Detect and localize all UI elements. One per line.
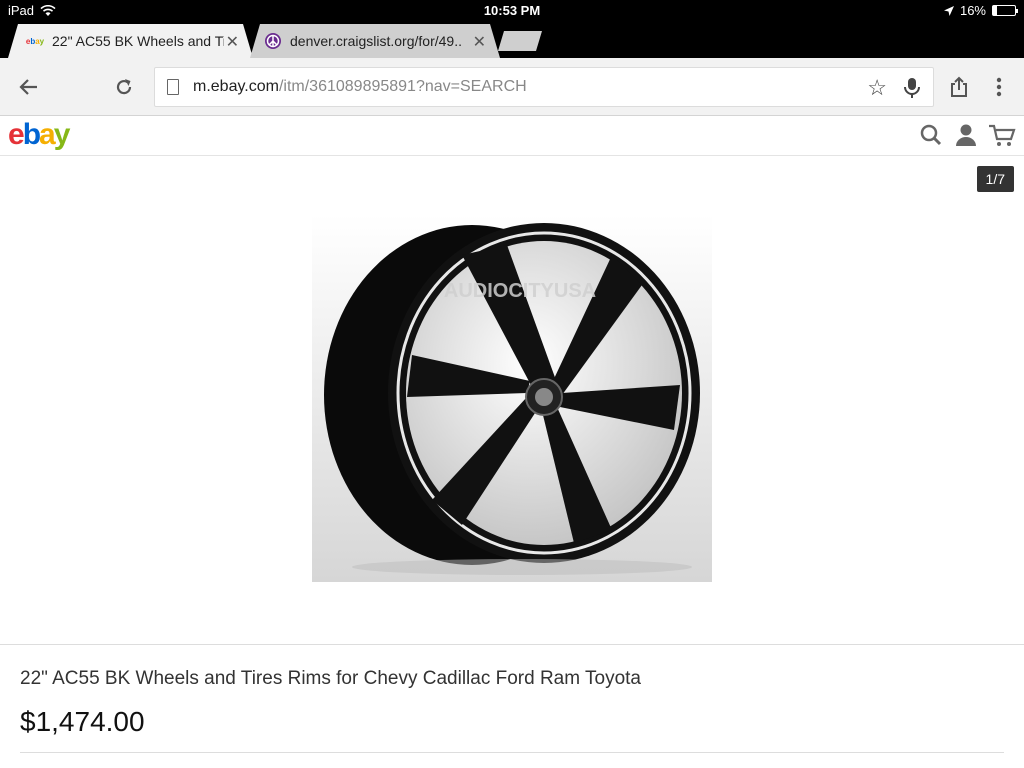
status-time: 10:53 PM xyxy=(483,3,541,18)
bookmark-star-icon[interactable]: ☆ xyxy=(867,75,887,101)
tab-title: 22" AC55 BK Wheels and Tires xyxy=(52,33,224,49)
back-arrow-icon xyxy=(19,79,37,95)
ebay-favicon-icon: ebay xyxy=(25,36,45,46)
new-tab-button[interactable] xyxy=(498,31,542,51)
image-gallery[interactable]: 1/7 AUDIOCITYUSA xyxy=(0,157,1024,645)
battery-level xyxy=(993,6,997,15)
url-path: /itm/361089895891?nav=SEARCH xyxy=(278,78,527,95)
more-vertical-icon xyxy=(996,77,1002,97)
share-button[interactable] xyxy=(944,72,974,102)
share-icon xyxy=(951,76,967,97)
item-title: 22" AC55 BK Wheels and Tires Rims for Ch… xyxy=(20,668,641,689)
address-bar[interactable]: m.ebay.com/itm/361089895891?nav=SEARCH ☆ xyxy=(154,67,934,107)
url-text[interactable]: m.ebay.com/itm/361089895891?nav=SEARCH xyxy=(193,78,527,96)
location-arrow-icon xyxy=(943,5,954,16)
close-tab-icon[interactable]: ✕ xyxy=(226,32,239,52)
watermark-text: AUDIOCITYUSA xyxy=(444,280,596,302)
search-icon[interactable] xyxy=(918,122,944,148)
tab-title: denver.craigslist.org/for/49... xyxy=(290,33,462,49)
close-tab-icon[interactable]: ✕ xyxy=(473,32,486,52)
ebay-header: ebay xyxy=(0,116,1024,156)
image-counter: 1/7 xyxy=(976,166,1014,192)
item-price: $1,474.00 xyxy=(20,706,145,737)
battery-icon xyxy=(992,5,1018,16)
user-icon[interactable] xyxy=(953,122,979,148)
reload-icon xyxy=(116,79,132,95)
ebay-logo[interactable]: ebay xyxy=(8,118,70,152)
browser-toolbar: m.ebay.com/itm/361089895891?nav=SEARCH ☆ xyxy=(0,58,1024,116)
cart-icon[interactable] xyxy=(988,122,1016,148)
menu-button[interactable] xyxy=(984,72,1014,102)
microphone-icon[interactable] xyxy=(903,77,921,99)
tab-craigslist[interactable]: denver.craigslist.org/for/49... ✕ xyxy=(250,24,500,58)
status-right: 16% xyxy=(943,3,1018,18)
section-divider xyxy=(20,752,1004,753)
status-bar: iPad 10:53 PM 16% xyxy=(0,0,1024,22)
back-button[interactable] xyxy=(14,72,44,102)
battery-percent: 16% xyxy=(959,3,986,18)
peace-icon xyxy=(264,32,282,50)
tab-ebay[interactable]: ebay 22" AC55 BK Wheels and Tires ✕ xyxy=(8,24,253,58)
product-image[interactable]: AUDIOCITYUSA xyxy=(312,215,712,582)
url-host: m.ebay.com xyxy=(193,78,279,95)
reload-button[interactable] xyxy=(109,72,139,102)
tab-strip: ebay 22" AC55 BK Wheels and Tires ✕ denv… xyxy=(0,24,1024,58)
page-icon xyxy=(167,79,179,95)
